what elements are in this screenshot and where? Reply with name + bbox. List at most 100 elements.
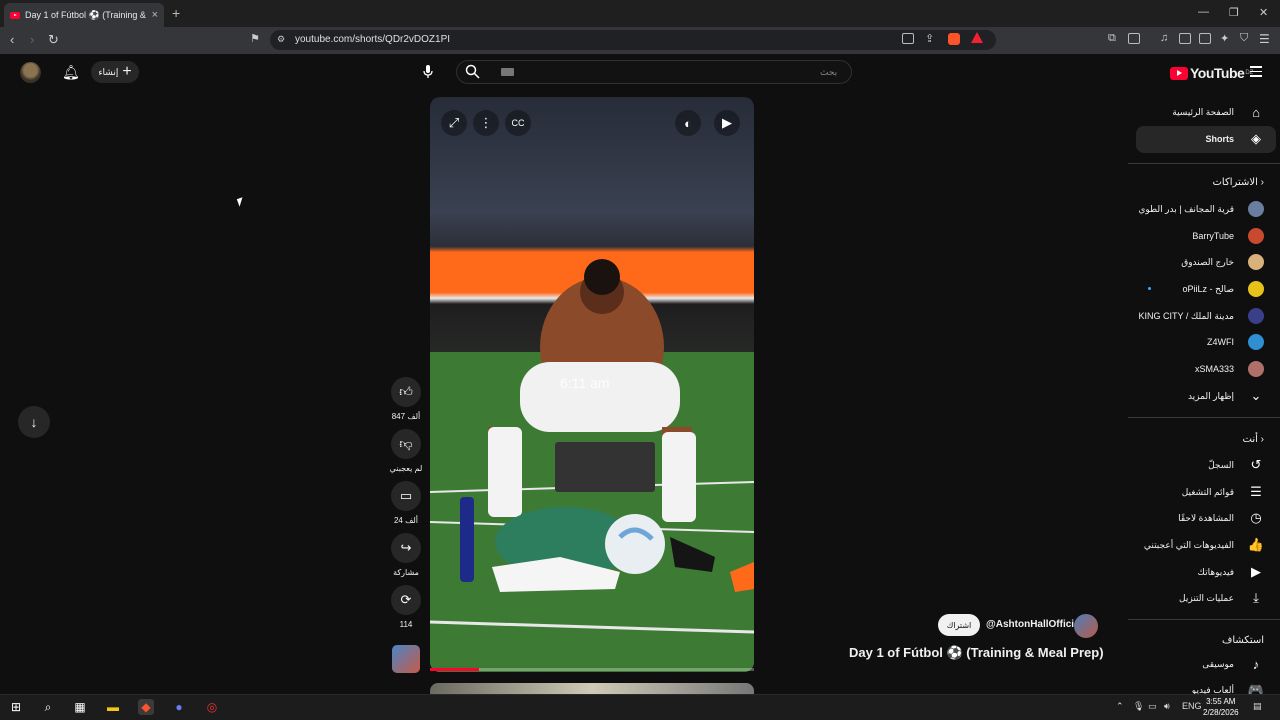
subscribe-button[interactable]: اشتراك bbox=[938, 614, 980, 636]
sidebar-item-subscription[interactable]: Z4WFI bbox=[1207, 337, 1234, 347]
chevron-down-icon[interactable]: ⌄ bbox=[1248, 388, 1264, 404]
search-icon[interactable] bbox=[465, 64, 480, 84]
input-language[interactable]: ENG bbox=[1182, 701, 1202, 711]
volume-icon[interactable]: ◐ bbox=[675, 110, 701, 136]
video-icon[interactable]: ▶ bbox=[1248, 564, 1264, 580]
subscription-avatar[interactable] bbox=[1248, 201, 1264, 217]
sidebar-item-you[interactable]: قوائم التشغيل bbox=[1182, 487, 1234, 498]
remix-icon[interactable]: ⟳ bbox=[391, 585, 421, 615]
brave-shields-icon[interactable] bbox=[948, 33, 960, 45]
channel-handle[interactable]: @AshtonHallOfficial bbox=[986, 619, 1082, 630]
sound-thumbnail[interactable] bbox=[392, 645, 420, 673]
close-window-button[interactable]: ✕ bbox=[1259, 6, 1268, 19]
download-icon[interactable]: ⤓ bbox=[1248, 590, 1264, 606]
browser-tab[interactable]: Day 1 of Fútbol ⚽ (Training & Meal Prep)… bbox=[4, 3, 164, 27]
search-input[interactable] bbox=[456, 60, 852, 84]
subscription-avatar[interactable] bbox=[1248, 254, 1264, 270]
history-icon[interactable]: ↺ bbox=[1248, 457, 1264, 473]
cast-icon[interactable] bbox=[902, 33, 914, 44]
sidebar-item-home[interactable]: الصفحة الرئيسية bbox=[1172, 107, 1234, 118]
voice-search-button[interactable] bbox=[418, 61, 438, 83]
thumb-up-icon[interactable]: 👍︎ bbox=[391, 377, 421, 407]
taskbar-search-icon[interactable]: ⌕ bbox=[40, 699, 56, 715]
maximize-button[interactable]: ❐ bbox=[1229, 6, 1239, 19]
captions-icon[interactable]: CC bbox=[505, 110, 531, 136]
back-icon[interactable]: ‹ bbox=[10, 32, 14, 47]
thumb-down-icon[interactable]: 👎︎ bbox=[391, 429, 421, 459]
channel-avatar[interactable] bbox=[1074, 614, 1098, 638]
sidebar-item-subscription[interactable]: oPiiLz - صالح bbox=[1183, 284, 1234, 295]
file-explorer-icon[interactable]: ▬ bbox=[105, 699, 121, 715]
notifications-tray-icon[interactable]: ▤ bbox=[1253, 701, 1262, 712]
browser-menu-icon[interactable]: ☰ bbox=[1259, 32, 1270, 46]
guide-menu-icon[interactable] bbox=[1250, 66, 1262, 80]
next-video-button[interactable]: ↓ bbox=[18, 406, 50, 438]
dislike-action[interactable]: 👎︎ لم يعجبني bbox=[388, 429, 424, 473]
fullscreen-icon[interactable]: ⤢ bbox=[441, 110, 467, 136]
speaker-icon[interactable]: 🔊︎ bbox=[1164, 701, 1170, 712]
sidebar-show-more[interactable]: إظهار المزيد bbox=[1188, 391, 1234, 402]
subscription-avatar[interactable] bbox=[1248, 281, 1264, 297]
sidebar-toggle-icon[interactable] bbox=[1179, 33, 1191, 44]
subscription-avatar[interactable] bbox=[1248, 228, 1264, 244]
subscription-avatar[interactable] bbox=[1248, 361, 1264, 377]
shorts-icon[interactable]: ◈ bbox=[1248, 131, 1264, 147]
close-tab-icon[interactable]: × bbox=[152, 9, 158, 21]
sidebar-item-shorts[interactable]: Shorts bbox=[1205, 134, 1234, 144]
video-title[interactable]: Day 1 of Fútbol ⚽ (Training & Meal Prep) bbox=[849, 645, 1104, 661]
app-taskbar-icon[interactable]: ◎ bbox=[204, 699, 220, 715]
sidebar-item-subscription[interactable]: xSMA333 bbox=[1195, 364, 1234, 374]
sidebar-item-subscription[interactable]: قرية المجانف | بدر الطوي bbox=[1138, 204, 1234, 215]
keyboard-icon[interactable] bbox=[501, 68, 514, 76]
you-header[interactable]: أنت › bbox=[1243, 434, 1265, 445]
subscription-avatar[interactable] bbox=[1248, 308, 1264, 324]
sidebar-item-subscription[interactable]: KING CITY / مدينة الملك bbox=[1139, 311, 1234, 322]
remix-action[interactable]: ⟳ 114 bbox=[388, 585, 424, 629]
sidebar-item-explore[interactable]: موسيقى bbox=[1202, 659, 1234, 670]
leo-ai-icon[interactable]: ✦ bbox=[1220, 32, 1229, 45]
play-icon[interactable]: ▶ bbox=[714, 110, 740, 136]
thumb-up-icon[interactable]: 👍 bbox=[1248, 537, 1264, 553]
playlist-icon[interactable]: ☰ bbox=[1248, 484, 1264, 500]
brave-taskbar-icon[interactable]: ◆ bbox=[138, 699, 154, 715]
brave-rewards-icon[interactable] bbox=[971, 32, 983, 43]
create-button[interactable]: إنشاء + bbox=[91, 61, 139, 83]
subscriptions-header[interactable]: الاشتراكات › bbox=[1212, 177, 1264, 188]
comments-action[interactable]: ▭ 24 ألف bbox=[388, 481, 424, 525]
wallet-icon[interactable] bbox=[1199, 33, 1211, 44]
sidebar-item-you[interactable]: الفيديوهات التي أعجبتني bbox=[1144, 540, 1234, 551]
vpn-icon[interactable]: ⛉ bbox=[1240, 32, 1248, 45]
tray-overflow-icon[interactable]: ⌃ bbox=[1116, 701, 1124, 712]
sidebar-item-you[interactable]: المشاهدة لاحقًا bbox=[1178, 513, 1234, 524]
reload-icon[interactable]: ↻ bbox=[48, 32, 59, 48]
task-view-icon[interactable]: ▦ bbox=[72, 699, 88, 715]
minimize-button[interactable]: — bbox=[1198, 6, 1209, 18]
sidebar-item-subscription[interactable]: خارج الصندوق bbox=[1181, 257, 1234, 268]
like-action[interactable]: 👍︎ 847 ألف bbox=[388, 377, 424, 421]
tray-clock[interactable]: 3:55 AM 2/28/2026 bbox=[1203, 696, 1239, 718]
sidebar-item-you[interactable]: فيديوهاتك bbox=[1198, 567, 1234, 578]
share-action[interactable]: ↪ مشاركة bbox=[388, 533, 424, 577]
clock-icon[interactable]: ◷ bbox=[1248, 510, 1264, 526]
account-avatar[interactable] bbox=[20, 62, 41, 83]
comment-icon[interactable]: ▭ bbox=[391, 481, 421, 511]
site-info-icon[interactable]: ⚙ bbox=[277, 34, 285, 45]
music-icon[interactable]: ♪ bbox=[1248, 656, 1264, 672]
extensions-icon[interactable]: ⧉ bbox=[1108, 32, 1116, 45]
discord-taskbar-icon[interactable]: ● bbox=[171, 699, 187, 715]
sidebar-item-you[interactable]: عمليات التنزيل bbox=[1179, 593, 1234, 604]
notifications-bell-icon[interactable]: 🔔︎ bbox=[62, 64, 80, 81]
youtube-logo[interactable]: YouTube DZ bbox=[1170, 65, 1253, 81]
video-progress-bar[interactable] bbox=[430, 668, 754, 671]
tab-search-icon[interactable] bbox=[1128, 33, 1140, 44]
new-tab-button[interactable]: + bbox=[172, 5, 180, 21]
windows-start-icon[interactable]: ⊞ bbox=[8, 699, 24, 715]
share-icon[interactable]: ↪ bbox=[391, 533, 421, 563]
sidebar-item-subscription[interactable]: BarryTube bbox=[1192, 231, 1234, 241]
home-icon[interactable]: ⌂ bbox=[1248, 104, 1264, 120]
share-page-icon[interactable]: ⇪ bbox=[925, 32, 934, 45]
bookmark-icon[interactable]: ⚑ bbox=[250, 32, 260, 45]
media-icon[interactable]: ♫ bbox=[1160, 32, 1168, 44]
microphone-tray-icon[interactable]: 🎙︎ bbox=[1133, 701, 1144, 712]
subscription-avatar[interactable] bbox=[1248, 334, 1264, 350]
